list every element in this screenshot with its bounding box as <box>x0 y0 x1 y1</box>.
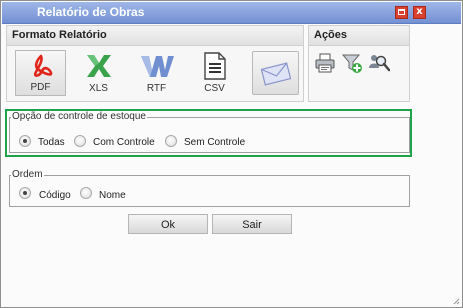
csv-icon <box>204 52 226 80</box>
xls-icon <box>87 55 111 77</box>
rtf-label: RTF <box>146 83 167 94</box>
pdf-icon <box>33 54 53 77</box>
format-panel: Formato Relatório PDF XLS RTF CSV <box>6 25 304 102</box>
actions-panel: Ações <box>308 25 410 102</box>
maximize-button[interactable] <box>395 6 408 19</box>
radio-nome[interactable] <box>80 187 92 199</box>
close-icon: x <box>416 6 423 17</box>
email-button[interactable] <box>252 51 299 95</box>
report-dialog: Relatório de Obras x Formato Relatório P… <box>0 0 463 308</box>
actions-panel-header: Ações <box>309 26 409 46</box>
xls-label: XLS <box>89 83 108 94</box>
pdf-label: PDF <box>30 82 51 93</box>
csv-button[interactable]: CSV <box>189 50 240 96</box>
title-bar[interactable]: Relatório de Obras x <box>2 2 461 24</box>
window-title: Relatório de Obras <box>37 5 145 19</box>
radio-codigo-label[interactable]: Código <box>39 190 71 201</box>
envelope-icon <box>260 62 292 86</box>
ok-button[interactable]: Ok <box>128 214 208 234</box>
csv-label: CSV <box>204 83 225 94</box>
resize-grip-icon[interactable] <box>453 298 460 305</box>
printer-icon[interactable] <box>314 52 336 74</box>
filter-add-icon[interactable] <box>341 52 363 74</box>
radio-codigo[interactable] <box>19 187 31 199</box>
stock-control-highlight <box>5 109 412 157</box>
xls-button[interactable]: XLS <box>73 50 124 96</box>
search-people-icon[interactable] <box>368 52 390 74</box>
radio-nome-label[interactable]: Nome <box>99 190 126 201</box>
close-button[interactable]: x <box>413 6 426 19</box>
pdf-button[interactable]: PDF <box>15 50 66 96</box>
order-legend: Ordem <box>11 169 44 180</box>
maximize-icon <box>398 9 405 15</box>
format-panel-header: Formato Relatório <box>7 26 303 46</box>
sair-button[interactable]: Sair <box>212 214 292 234</box>
order-group: Ordem Código Nome <box>9 169 410 207</box>
rtf-icon <box>141 56 174 77</box>
rtf-button[interactable]: RTF <box>131 50 182 96</box>
